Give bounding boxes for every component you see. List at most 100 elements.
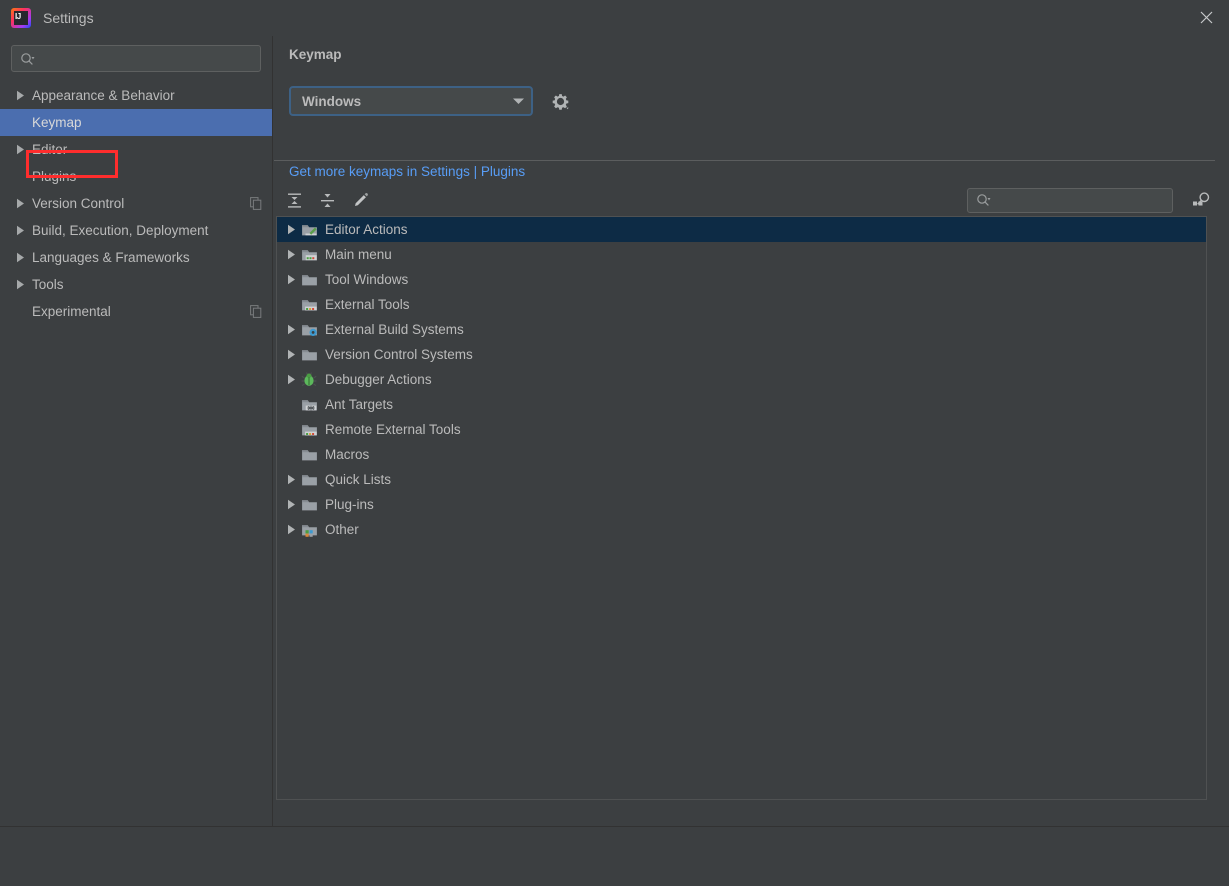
tree-row[interactable]: External Tools [277, 292, 1206, 317]
tree-row-label: Main menu [325, 247, 392, 262]
chevron-right-icon[interactable] [16, 279, 32, 290]
copy-settings-icon[interactable] [250, 305, 262, 318]
chevron-down-icon [505, 97, 531, 105]
dialog-footer: ? OK Cancel Apply CSDN @冰默不准偷懒 [0, 827, 1229, 886]
search-icon [20, 52, 35, 66]
keymap-toolbar [280, 181, 1221, 219]
tree-row-label: Editor Actions [325, 222, 408, 237]
sidebar-item-languages-frameworks[interactable]: Languages & Frameworks [0, 244, 272, 271]
tree-row[interactable]: Version Control Systems [277, 342, 1206, 367]
tree-row-label: Other [325, 522, 359, 537]
tree-row-label: Ant Targets [325, 397, 394, 412]
folder-other-icon [300, 522, 318, 538]
sidebar-item-label: Editor [32, 142, 68, 157]
tree-row[interactable]: Macros [277, 442, 1206, 467]
sidebar-item-plugins[interactable]: Plugins [0, 163, 272, 190]
folder-menu-icon [300, 247, 318, 263]
tree-row-label: Quick Lists [325, 472, 392, 487]
sidebar-item-tools[interactable]: Tools [0, 271, 272, 298]
settings-search-box[interactable] [11, 45, 261, 72]
keymap-settings-panel: Keymap Windows Get more keymaps in Setti… [274, 36, 1229, 826]
chevron-right-icon[interactable] [282, 374, 300, 385]
folder-build-icon [300, 322, 318, 338]
chevron-right-icon[interactable] [282, 224, 300, 235]
window-title: Settings [43, 10, 94, 26]
chevron-right-icon[interactable] [282, 499, 300, 510]
settings-category-tree: Appearance & Behavior Keymap Editor Plugins… [0, 82, 272, 325]
actions-search-box[interactable] [967, 187, 1179, 213]
folder-icon [300, 497, 318, 513]
panel-separator [274, 160, 1215, 161]
sidebar-item-label: Keymap [32, 115, 82, 130]
sidebar-item-label: Build, Execution, Deployment [32, 223, 209, 238]
sidebar-item-experimental[interactable]: Experimental [0, 298, 272, 325]
tree-row-label: Version Control Systems [325, 347, 473, 362]
tree-row[interactable]: Other [277, 517, 1206, 542]
tree-row-label: External Build Systems [325, 322, 464, 337]
title-bar: IJ Settings [0, 0, 1229, 36]
chevron-right-icon[interactable] [282, 524, 300, 535]
keymap-select-value: Windows [302, 93, 362, 109]
sidebar-item-build-execution-deployment[interactable]: Build, Execution, Deployment [0, 217, 272, 244]
tree-row-label: Remote External Tools [325, 422, 461, 437]
tree-row[interactable]: Debugger Actions [277, 367, 1206, 392]
settings-sidebar: Appearance & Behavior Keymap Editor Plugins… [0, 36, 273, 826]
find-by-shortcut-icon[interactable] [1187, 186, 1217, 214]
folder-icon [300, 272, 318, 288]
tree-row[interactable]: Editor Actions [277, 217, 1206, 242]
search-icon [976, 193, 991, 207]
intellij-idea-icon: IJ [11, 8, 31, 28]
sidebar-item-keymap[interactable]: Keymap [0, 109, 272, 136]
chevron-right-icon[interactable] [282, 249, 300, 260]
copy-settings-icon[interactable] [250, 197, 262, 210]
folder-editor-icon [300, 222, 318, 238]
sidebar-item-label: Plugins [32, 169, 77, 184]
chevron-right-icon[interactable] [282, 274, 300, 285]
tree-row[interactable]: Quick Lists [277, 467, 1206, 492]
tree-row[interactable]: Remote External Tools [277, 417, 1206, 442]
actions-tree: Editor Actions Main menu Tool Windows Exter… [276, 216, 1207, 800]
tree-row-label: Macros [325, 447, 370, 462]
chevron-right-icon[interactable] [16, 252, 32, 263]
actions-search-input[interactable] [991, 188, 1179, 212]
chevron-right-icon[interactable] [16, 225, 32, 236]
chevron-right-icon[interactable] [282, 349, 300, 360]
chevron-right-icon[interactable] [282, 474, 300, 485]
page-title: Keymap [289, 47, 342, 62]
folder-tools-icon [300, 297, 318, 313]
sidebar-search-container [0, 36, 272, 72]
get-more-keymaps-link[interactable]: Get more keymaps in Settings | Plugins [289, 164, 525, 179]
tree-row[interactable]: Tool Windows [277, 267, 1206, 292]
sidebar-item-editor[interactable]: Editor [0, 136, 272, 163]
keymap-select[interactable]: Windows [289, 86, 533, 116]
search-input[interactable] [35, 46, 260, 71]
chevron-right-icon[interactable] [16, 144, 32, 155]
keymap-selector-row: Windows [289, 86, 571, 116]
expand-all-icon[interactable] [280, 186, 308, 214]
tree-row[interactable]: Ant Targets [277, 392, 1206, 417]
tree-row-label: External Tools [325, 297, 410, 312]
close-icon[interactable] [1183, 0, 1229, 34]
settings-dialog: IJ Settings Appearance & Behavior Keymap… [0, 0, 1229, 886]
folder-ant-icon [300, 397, 318, 413]
folder-tools-icon [300, 422, 318, 438]
chevron-right-icon[interactable] [282, 324, 300, 335]
debugger-bug-icon [300, 372, 318, 388]
tree-row[interactable]: Plug-ins [277, 492, 1206, 517]
tree-row-label: Debugger Actions [325, 372, 432, 387]
tree-row[interactable]: Main menu [277, 242, 1206, 267]
chevron-right-icon[interactable] [16, 90, 32, 101]
tree-row-label: Tool Windows [325, 272, 409, 287]
sidebar-item-appearance-behavior[interactable]: Appearance & Behavior [0, 82, 272, 109]
edit-shortcut-icon[interactable] [346, 186, 374, 214]
tree-row-label: Plug-ins [325, 497, 374, 512]
sidebar-item-label: Experimental [32, 304, 111, 319]
sidebar-item-label: Version Control [32, 196, 125, 211]
gear-icon[interactable] [549, 90, 571, 112]
collapse-all-icon[interactable] [313, 186, 341, 214]
sidebar-item-label: Tools [32, 277, 64, 292]
tree-row[interactable]: External Build Systems [277, 317, 1206, 342]
chevron-right-icon[interactable] [16, 198, 32, 209]
folder-icon [300, 447, 318, 463]
sidebar-item-version-control[interactable]: Version Control [0, 190, 272, 217]
